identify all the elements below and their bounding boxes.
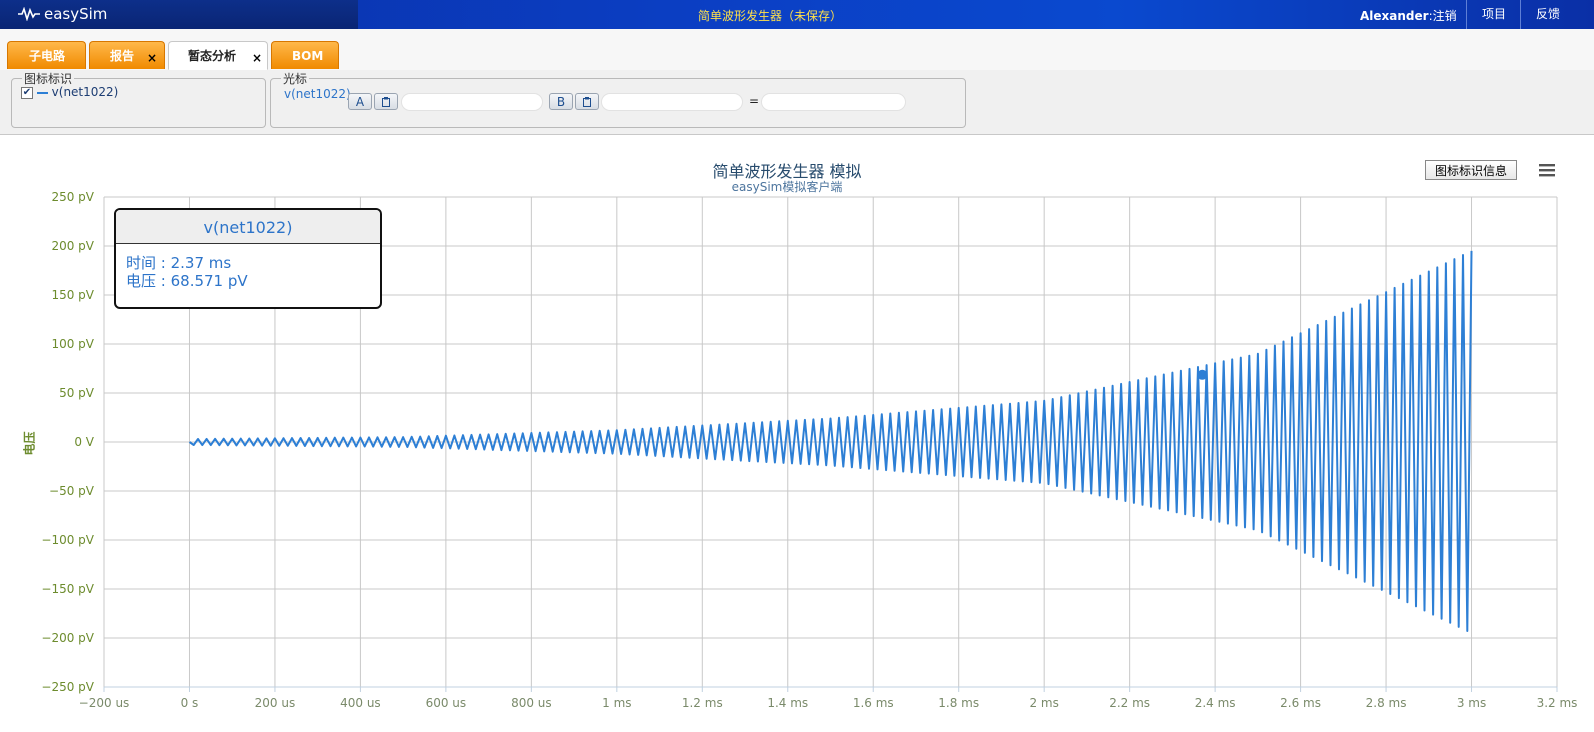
tooltip: v(net1022) 时间 : 2.37 ms 电压 : 68.571 pV: [114, 208, 382, 309]
legend-series-label: v(net1022): [51, 85, 119, 99]
series-checkbox[interactable]: ✔: [21, 86, 33, 99]
tab-bom[interactable]: BOM: [271, 41, 339, 69]
x-tick-label: 1.6 ms: [853, 696, 894, 710]
tab-label: 报告: [110, 49, 135, 63]
tooltip-voltage-label: 电压: [126, 272, 157, 290]
legend-panel: 图标标识 ✔ v(net1022): [11, 70, 266, 128]
tooltip-time-label: 时间: [126, 254, 157, 272]
x-tick-label: 2.6 ms: [1280, 696, 1321, 710]
y-tick-label: 0 V: [74, 435, 94, 449]
user-menu: Alexander:注销: [1360, 7, 1457, 24]
series-color-swatch: [36, 91, 48, 94]
y-tick-label: −100 pV: [41, 533, 94, 547]
x-tick-label: 2.4 ms: [1195, 696, 1236, 710]
tooltip-voltage-value: 68.571 pV: [170, 272, 248, 290]
y-axis-label: 电压: [22, 431, 37, 456]
x-tick-label: 3 ms: [1457, 696, 1486, 710]
y-tick-label: 200 pV: [51, 239, 94, 253]
tooltip-series: v(net1022): [116, 210, 380, 244]
document-title: 简单波形发生器（未保存）: [697, 9, 842, 23]
tab-report[interactable]: 报告 ×: [89, 41, 165, 69]
close-tab-icon[interactable]: ×: [252, 44, 262, 72]
x-tick-label: 800 us: [511, 696, 552, 710]
cursor-a-value-field[interactable]: [401, 93, 543, 111]
x-tick-label: 2 ms: [1029, 696, 1058, 710]
cursor-panel-title: 光标: [281, 70, 310, 87]
x-tick-label: 400 us: [340, 696, 381, 710]
clipboard-b-icon[interactable]: [575, 93, 599, 110]
username: Alexander: [1360, 9, 1429, 23]
logout-link[interactable]: 注销: [1433, 9, 1457, 23]
tab-transient-analysis[interactable]: 暂态分析 ×: [168, 41, 268, 70]
y-tick-label: −250 pV: [41, 680, 94, 694]
equals-sign: =: [749, 94, 760, 108]
feedback-link[interactable]: 反馈: [1520, 0, 1575, 29]
tab-bar: 子电路 报告 × 暂态分析 × BOM: [0, 29, 1594, 71]
tab-label: BOM: [292, 49, 324, 63]
projects-link[interactable]: 项目: [1466, 0, 1521, 29]
x-tick-label: 600 us: [426, 696, 467, 710]
cursor-a-button[interactable]: A: [348, 93, 372, 110]
x-tick-label: 3.2 ms: [1537, 696, 1578, 710]
x-tick-label: −200 us: [79, 696, 130, 710]
y-tick-label: 150 pV: [51, 288, 94, 302]
legend-series-row: ✔ v(net1022): [21, 85, 118, 99]
y-tick-label: −200 pV: [41, 631, 94, 645]
x-tick-label: 1.2 ms: [682, 696, 723, 710]
cursor-b-value-field[interactable]: [601, 93, 743, 111]
chart-subtitle: easySim模拟客户端: [731, 180, 843, 194]
y-tick-label: 100 pV: [51, 337, 94, 351]
cursor-panel: 光标 v(net1022) A B =: [270, 70, 966, 128]
close-tab-icon[interactable]: ×: [147, 44, 157, 72]
hover-point-marker: [1197, 369, 1208, 380]
top-bar: easySim 简单波形发生器（未保存） Alexander:注销 项目 反馈: [0, 0, 1594, 29]
menu-icon[interactable]: [1536, 159, 1558, 181]
y-tick-label: 50 pV: [59, 386, 95, 400]
x-tick-label: 2.2 ms: [1109, 696, 1150, 710]
x-tick-label: 1 ms: [602, 696, 631, 710]
y-tick-label: −50 pV: [49, 484, 95, 498]
x-tick-label: 1.4 ms: [767, 696, 808, 710]
x-tick-label: 2.8 ms: [1366, 696, 1407, 710]
cursor-b-button[interactable]: B: [549, 93, 573, 110]
y-tick-label: −150 pV: [41, 582, 94, 596]
tab-label: 暂态分析: [188, 49, 237, 63]
x-tick-label: 1.8 ms: [938, 696, 979, 710]
tab-label: 子电路: [29, 49, 66, 63]
cursor-series-label: v(net1022): [284, 87, 351, 101]
toolbar-panels: 图标标识 ✔ v(net1022) 光标 v(net1022) A B =: [0, 70, 1594, 135]
x-tick-label: 200 us: [255, 696, 296, 710]
tooltip-voltage-row: 电压 : 68.571 pV: [126, 272, 248, 290]
tooltip-time-row: 时间 : 2.37 ms: [126, 254, 232, 272]
x-tick-label: 0 s: [181, 696, 199, 710]
legend-info-button[interactable]: 图标标识信息: [1425, 160, 1517, 180]
cursor-diff-value-field[interactable]: [761, 93, 906, 111]
tab-subcircuit[interactable]: 子电路: [7, 41, 86, 69]
tooltip-time-value: 2.37 ms: [170, 254, 232, 272]
clipboard-a-icon[interactable]: [374, 93, 398, 110]
